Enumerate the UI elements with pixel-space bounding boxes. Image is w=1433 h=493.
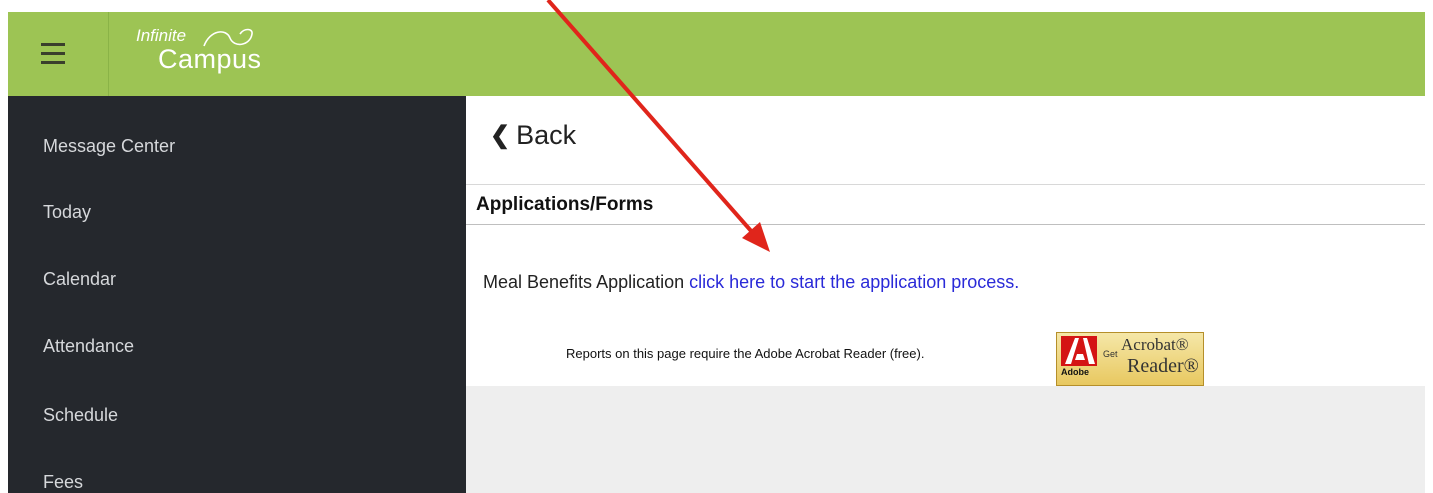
acrobat-text: Acrobat® (1121, 335, 1189, 354)
meal-benefits-label: Meal Benefits Application (483, 272, 685, 292)
sidebar: Message Center Today Calendar Attendance… (8, 96, 466, 493)
back-label: Back (516, 120, 577, 150)
logo-big-text: Campus (158, 44, 262, 74)
meal-benefits-row: Meal Benefits Application click here to … (483, 272, 1019, 293)
back-button[interactable]: ❮ Back (490, 120, 576, 151)
menu-button[interactable] (8, 12, 109, 96)
get-acrobat-reader-badge[interactable]: Adobe Get Acrobat® Reader® (1056, 332, 1204, 386)
get-text: Get (1103, 349, 1118, 359)
sidebar-item-message-center[interactable]: Message Center (43, 136, 175, 157)
empty-panel (466, 386, 1425, 493)
logo[interactable]: Infinite Campus (136, 24, 306, 84)
divider (466, 224, 1425, 225)
sidebar-item-today[interactable]: Today (43, 202, 91, 223)
sidebar-item-fees[interactable]: Fees (43, 472, 83, 493)
main-content: ❮ Back Applications/Forms Meal Benefits … (466, 96, 1425, 493)
sidebar-item-calendar[interactable]: Calendar (43, 269, 116, 290)
reports-note: Reports on this page require the Adobe A… (566, 346, 925, 361)
divider (466, 184, 1425, 185)
adobe-logo-icon (1061, 336, 1097, 366)
logo-small-text: Infinite (136, 26, 187, 45)
sidebar-item-attendance[interactable]: Attendance (43, 336, 134, 357)
adobe-text: Adobe (1061, 367, 1089, 377)
section-title: Applications/Forms (476, 194, 654, 215)
chevron-left-icon: ❮ (490, 122, 511, 149)
top-bar: Infinite Campus (8, 12, 1425, 96)
start-application-link[interactable]: click here to start the application proc… (689, 272, 1019, 292)
reader-text: Reader® (1127, 355, 1199, 377)
sidebar-item-schedule[interactable]: Schedule (43, 405, 118, 426)
